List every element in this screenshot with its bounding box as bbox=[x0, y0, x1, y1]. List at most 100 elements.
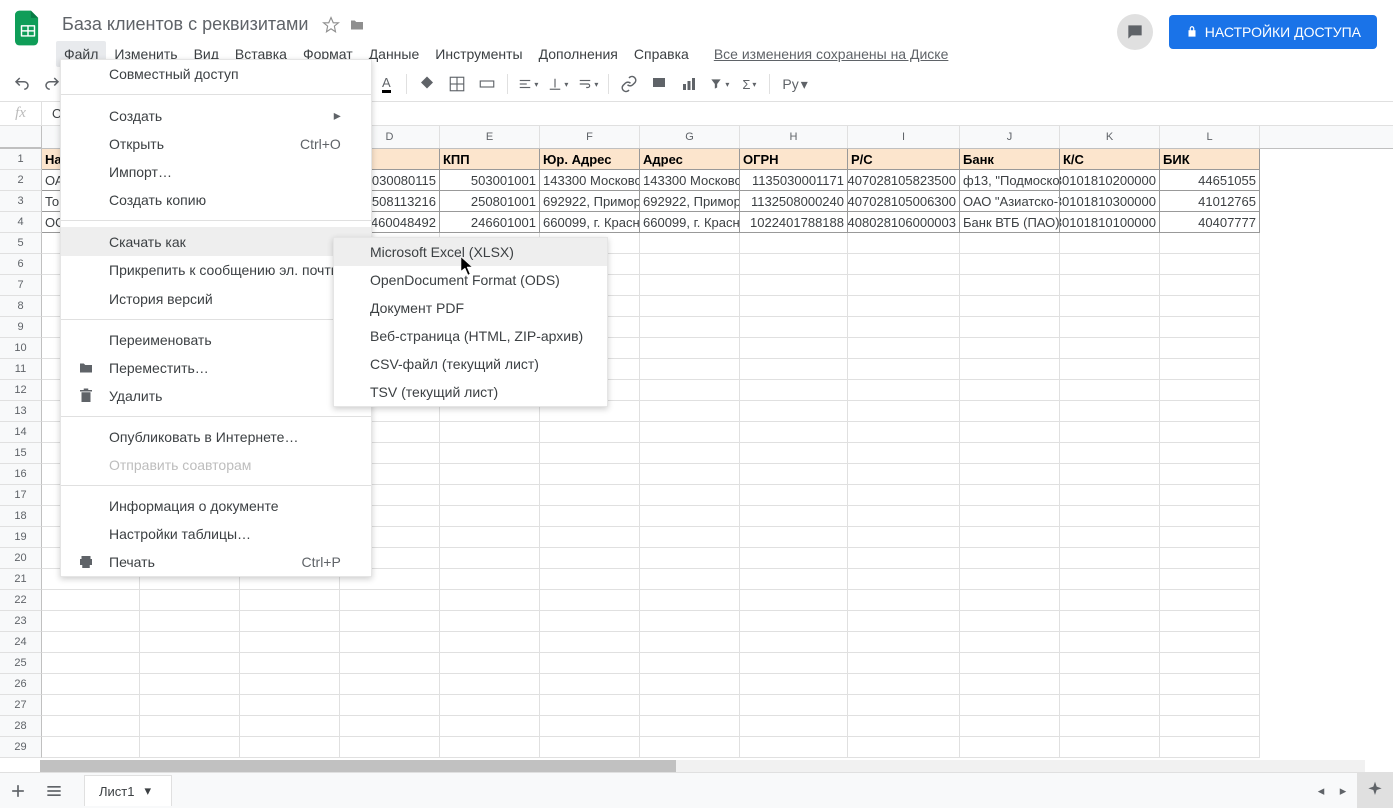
cell[interactable] bbox=[740, 254, 848, 275]
cell[interactable] bbox=[740, 737, 848, 758]
cell[interactable]: 143300 Московс bbox=[640, 170, 740, 191]
functions-icon[interactable]: Σ▾ bbox=[735, 71, 763, 97]
cell[interactable] bbox=[848, 233, 960, 254]
cell[interactable] bbox=[740, 275, 848, 296]
cell[interactable] bbox=[1060, 653, 1160, 674]
cell[interactable] bbox=[640, 632, 740, 653]
cell[interactable] bbox=[848, 380, 960, 401]
cell[interactable] bbox=[740, 317, 848, 338]
cell[interactable] bbox=[848, 506, 960, 527]
cell[interactable]: ф13, "Подмоско bbox=[960, 170, 1060, 191]
cell[interactable] bbox=[848, 716, 960, 737]
cell[interactable] bbox=[1060, 569, 1160, 590]
cell[interactable] bbox=[1060, 611, 1160, 632]
cell[interactable] bbox=[1160, 401, 1260, 422]
cell[interactable] bbox=[1160, 422, 1260, 443]
cell[interactable] bbox=[848, 443, 960, 464]
cell[interactable] bbox=[640, 275, 740, 296]
cell[interactable] bbox=[848, 548, 960, 569]
cell[interactable] bbox=[960, 401, 1060, 422]
cell[interactable]: Банк ВТБ (ПАО) bbox=[960, 212, 1060, 233]
cell[interactable] bbox=[640, 527, 740, 548]
cell[interactable] bbox=[740, 380, 848, 401]
cell[interactable] bbox=[1060, 548, 1160, 569]
cell[interactable] bbox=[848, 695, 960, 716]
cell[interactable] bbox=[1060, 590, 1160, 611]
scroll-left-icon[interactable]: ◂ bbox=[1311, 773, 1331, 809]
cell[interactable] bbox=[740, 506, 848, 527]
document-title[interactable]: База клиентов с реквизитами bbox=[56, 12, 314, 37]
row-header[interactable]: 23 bbox=[0, 611, 42, 632]
cell[interactable] bbox=[640, 233, 740, 254]
menu-share[interactable]: Совместный доступ bbox=[61, 60, 371, 88]
cell[interactable] bbox=[740, 590, 848, 611]
cell[interactable] bbox=[540, 464, 640, 485]
row-header[interactable]: 26 bbox=[0, 674, 42, 695]
column-header[interactable]: E bbox=[440, 126, 540, 148]
horizontal-scrollbar[interactable] bbox=[40, 760, 1365, 772]
cell[interactable] bbox=[740, 569, 848, 590]
cell[interactable] bbox=[960, 695, 1060, 716]
cell[interactable] bbox=[340, 653, 440, 674]
align-v-icon[interactable]: ▾ bbox=[544, 71, 572, 97]
cell[interactable] bbox=[540, 632, 640, 653]
cell[interactable] bbox=[1060, 443, 1160, 464]
input-method[interactable]: Ру▾ bbox=[776, 72, 813, 97]
row-header[interactable]: 27 bbox=[0, 695, 42, 716]
cell[interactable] bbox=[960, 611, 1060, 632]
cell[interactable] bbox=[740, 716, 848, 737]
column-header[interactable]: G bbox=[640, 126, 740, 148]
cell[interactable] bbox=[1160, 590, 1260, 611]
cell[interactable] bbox=[540, 737, 640, 758]
cell[interactable] bbox=[960, 275, 1060, 296]
cell[interactable] bbox=[1060, 422, 1160, 443]
column-header[interactable]: L bbox=[1160, 126, 1260, 148]
cell[interactable] bbox=[440, 527, 540, 548]
cell[interactable] bbox=[960, 317, 1060, 338]
cell[interactable] bbox=[340, 674, 440, 695]
cell[interactable] bbox=[960, 653, 1060, 674]
cell[interactable] bbox=[240, 674, 340, 695]
row-header[interactable]: 1 bbox=[0, 149, 42, 170]
cell[interactable] bbox=[640, 653, 740, 674]
cell[interactable] bbox=[740, 548, 848, 569]
cell[interactable] bbox=[1160, 611, 1260, 632]
cell[interactable] bbox=[960, 674, 1060, 695]
cell[interactable] bbox=[848, 317, 960, 338]
cell[interactable] bbox=[740, 611, 848, 632]
row-header[interactable]: 7 bbox=[0, 275, 42, 296]
cell[interactable]: 1022401788188 bbox=[740, 212, 848, 233]
cell[interactable] bbox=[640, 464, 740, 485]
cell[interactable] bbox=[1060, 506, 1160, 527]
cell[interactable] bbox=[740, 653, 848, 674]
cell[interactable]: 407028105823500 bbox=[848, 170, 960, 191]
cell[interactable] bbox=[1160, 233, 1260, 254]
cell[interactable] bbox=[740, 485, 848, 506]
row-header[interactable]: 28 bbox=[0, 716, 42, 737]
cell[interactable] bbox=[960, 632, 1060, 653]
cell[interactable] bbox=[848, 422, 960, 443]
cell[interactable] bbox=[848, 485, 960, 506]
cell[interactable] bbox=[540, 527, 640, 548]
cell[interactable] bbox=[960, 359, 1060, 380]
cell[interactable] bbox=[960, 233, 1060, 254]
cell[interactable] bbox=[640, 716, 740, 737]
menu-help[interactable]: Справка bbox=[626, 41, 697, 67]
fill-color-icon[interactable] bbox=[413, 71, 441, 97]
row-header[interactable]: 11 bbox=[0, 359, 42, 380]
cell[interactable] bbox=[740, 674, 848, 695]
cell[interactable] bbox=[340, 611, 440, 632]
menu-email-attach[interactable]: Прикрепить к сообщению эл. почты bbox=[61, 256, 371, 284]
cell[interactable] bbox=[240, 695, 340, 716]
row-header[interactable]: 8 bbox=[0, 296, 42, 317]
link-icon[interactable] bbox=[615, 71, 643, 97]
cell[interactable] bbox=[440, 548, 540, 569]
cell[interactable]: 250801001 bbox=[440, 191, 540, 212]
download-csv[interactable]: CSV-файл (текущий лист) bbox=[334, 350, 607, 378]
row-header[interactable]: 16 bbox=[0, 464, 42, 485]
cell[interactable] bbox=[540, 443, 640, 464]
select-all-corner[interactable] bbox=[0, 126, 42, 148]
cell[interactable] bbox=[440, 632, 540, 653]
cell[interactable] bbox=[42, 590, 140, 611]
cell[interactable] bbox=[1160, 653, 1260, 674]
